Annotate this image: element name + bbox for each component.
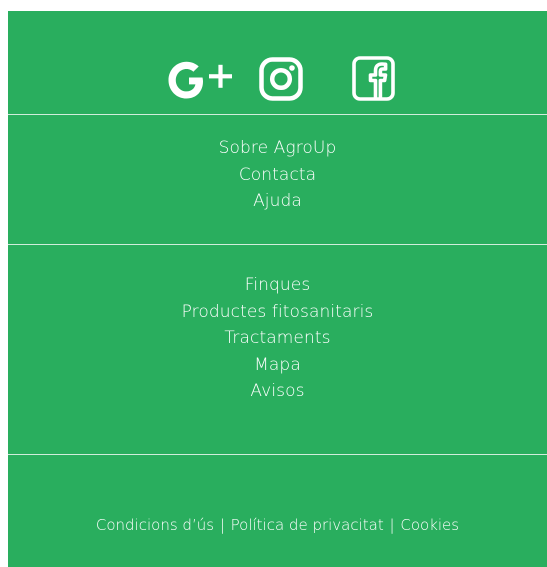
instagram-link[interactable] (259, 57, 303, 101)
social-links (8, 11, 547, 114)
alerts-link[interactable]: Avisos (250, 381, 304, 401)
google-plus-icon (168, 61, 232, 99)
map-link[interactable]: Mapa (254, 355, 301, 375)
instagram-icon (259, 57, 303, 101)
treatments-link[interactable]: Tractaments (224, 328, 330, 348)
list-item: Finques (8, 272, 547, 299)
list-item: Tractaments (8, 325, 547, 352)
facebook-icon (352, 56, 395, 101)
list-item: Contacta (8, 162, 547, 189)
footer-divider (8, 454, 547, 455)
about-links: Sobre AgroUp Contacta Ajuda (8, 135, 547, 215)
list-item: Mapa (8, 352, 547, 379)
list-item: Avisos (8, 378, 547, 405)
google-plus-link[interactable] (167, 60, 235, 100)
site-footer: Sobre AgroUp Contacta Ajuda Finques Prod… (8, 11, 547, 567)
list-item: Productes fitosanitaris (8, 299, 547, 326)
footer-divider (8, 114, 547, 115)
list-item: Sobre AgroUp (8, 135, 547, 162)
facebook-link[interactable] (352, 56, 395, 101)
separator: | (389, 516, 395, 534)
about-link[interactable]: Sobre AgroUp (219, 138, 337, 158)
help-link[interactable]: Ajuda (253, 191, 302, 211)
legal-links: Condicions d’ús | Política de privacitat… (8, 512, 547, 538)
cookies-link[interactable]: Cookies (400, 516, 459, 534)
contact-link[interactable]: Contacta (239, 165, 316, 185)
phytosanitary-products-link[interactable]: Productes fitosanitaris (182, 302, 374, 322)
privacy-link[interactable]: Política de privacitat (231, 516, 384, 534)
list-item: Ajuda (8, 188, 547, 215)
terms-link[interactable]: Condicions d’ús (96, 516, 214, 534)
farms-link[interactable]: Finques (245, 275, 311, 295)
app-links: Finques Productes fitosanitaris Tractame… (8, 272, 547, 405)
footer-divider (8, 244, 547, 245)
separator: | (219, 516, 225, 534)
